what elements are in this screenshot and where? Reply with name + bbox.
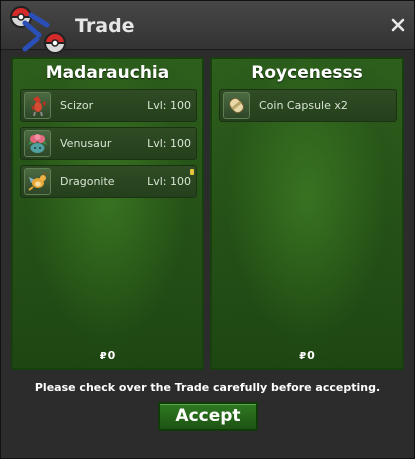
trade-notice: Please check over the Trade carefully be… xyxy=(34,381,381,394)
item-name: Dragonite xyxy=(60,175,115,188)
dragonite-icon xyxy=(24,168,51,195)
right-item-list: Coin Capsule x2 xyxy=(219,89,397,127)
left-trade-panel: Madarauchia Scizor Lvl: 100 Venusaur Lvl… xyxy=(11,57,204,370)
coin-capsule-icon xyxy=(223,92,250,119)
pokeball-logo-icon xyxy=(9,6,67,54)
trade-item-dragonite[interactable]: Dragonite Lvl: 100 xyxy=(20,165,197,198)
trade-window: Trade Madarauchia Scizor Lvl: 100 Venusa… xyxy=(0,0,415,459)
item-level: Lvl: 100 xyxy=(147,137,191,150)
right-money-amount: 0 xyxy=(307,349,315,362)
lock-icon xyxy=(190,169,194,175)
trade-item-scizor[interactable]: Scizor Lvl: 100 xyxy=(20,89,197,122)
right-trade-panel: Roycenesss Coin Capsule x2 ₽0 xyxy=(210,57,404,370)
left-item-list: Scizor Lvl: 100 Venusaur Lvl: 100 Dragon… xyxy=(20,89,197,203)
item-level: Lvl: 100 xyxy=(147,175,191,188)
scizor-icon xyxy=(24,92,51,119)
right-player-name: Roycenesss xyxy=(251,63,363,83)
item-name: Scizor xyxy=(60,99,94,112)
left-money: ₽0 xyxy=(13,349,202,362)
item-name: Venusaur xyxy=(60,137,112,150)
trade-item-coin-capsule[interactable]: Coin Capsule x2 xyxy=(219,89,397,122)
window-title: Trade xyxy=(75,15,135,37)
left-money-amount: 0 xyxy=(107,349,116,362)
accept-button[interactable]: Accept xyxy=(158,402,258,431)
title-bar[interactable]: Trade xyxy=(1,1,414,54)
item-name: Coin Capsule x2 xyxy=(259,99,348,112)
left-player-name: Madarauchia xyxy=(45,63,170,83)
close-icon[interactable] xyxy=(390,17,406,33)
right-money: ₽0 xyxy=(212,349,402,362)
trade-item-venusaur[interactable]: Venusaur Lvl: 100 xyxy=(20,127,197,160)
item-level: Lvl: 100 xyxy=(147,99,191,112)
venusaur-icon xyxy=(24,130,51,157)
currency-icon: ₽ xyxy=(99,351,107,362)
currency-icon: ₽ xyxy=(299,351,307,362)
